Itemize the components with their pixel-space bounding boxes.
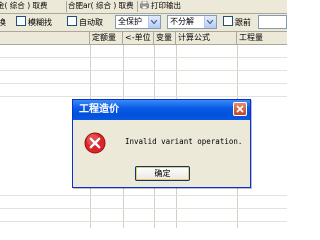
- column-header-formula[interactable]: 计算公式: [176, 32, 237, 44]
- column-header-quota-qty[interactable]: 定额量: [90, 32, 123, 44]
- protect-select[interactable]: 全保护: [115, 15, 161, 29]
- column-header-quantity[interactable]: 工程量: [237, 32, 287, 44]
- replace-label[interactable]: 换: [0, 16, 6, 29]
- fuzzy-search-checkbox[interactable]: 模糊找: [16, 16, 52, 29]
- grid-header-blank: [0, 32, 90, 44]
- row-divider: [0, 96, 287, 97]
- dialog-title: 工程造价: [79, 104, 119, 115]
- tab-fee-combined-2[interactable]: 合肥ar( 综合 ) 取费: [68, 0, 134, 12]
- decompose-select-value: 不分解: [170, 17, 194, 26]
- tab-divider: [137, 1, 138, 12]
- tab-divider: [66, 1, 67, 12]
- auto-fetch-label: 自动取: [79, 18, 103, 27]
- toolbar: 换 模糊找 自动取 全保护 不分解 跟前: [0, 14, 287, 32]
- tab-print-output[interactable]: 打印输出: [140, 0, 181, 12]
- row-divider: [0, 57, 287, 58]
- follow-label: 跟前: [235, 18, 251, 27]
- error-dialog: 工程造价 Invalid variant operation. 确定: [72, 99, 251, 188]
- fuzzy-search-label: 模糊找: [28, 18, 52, 27]
- row-divider: [0, 195, 287, 196]
- ok-button[interactable]: 确定: [135, 166, 190, 181]
- checkbox-box[interactable]: [16, 16, 26, 26]
- row-divider: [0, 83, 287, 84]
- printer-icon: [140, 1, 149, 9]
- tab-bar: 金( 综合 ) 取费 合肥ar( 综合 ) 取费 打印输出: [0, 0, 287, 14]
- auto-fetch-checkbox[interactable]: 自动取: [67, 16, 103, 29]
- dialog-message: Invalid variant operation.: [125, 137, 243, 146]
- dialog-title-bar[interactable]: 工程造价: [73, 100, 250, 120]
- protect-select-value: 全保护: [118, 17, 142, 26]
- checkbox-box[interactable]: [67, 16, 77, 26]
- close-icon: [236, 105, 244, 113]
- tab-fee-combined-1[interactable]: 金( 综合 ) 取费: [0, 0, 48, 12]
- row-divider: [0, 221, 287, 222]
- column-header-unit[interactable]: <-单位: [123, 32, 154, 44]
- grid-header: 定额量 <-单位 变量 计算公式 工程量: [0, 32, 287, 45]
- decompose-select[interactable]: 不分解: [167, 15, 217, 29]
- chevron-down-icon[interactable]: [148, 16, 160, 28]
- chevron-down-icon[interactable]: [204, 16, 216, 28]
- follow-input[interactable]: [258, 15, 287, 29]
- close-button[interactable]: [233, 102, 247, 116]
- column-header-variable[interactable]: 变量: [154, 32, 176, 44]
- follow-checkbox[interactable]: 跟前: [223, 16, 251, 29]
- error-icon: [84, 132, 106, 154]
- tab-print-output-label: 打印输出: [151, 1, 181, 10]
- checkbox-box[interactable]: [223, 16, 233, 26]
- row-divider: [0, 70, 287, 71]
- row-divider: [0, 208, 287, 209]
